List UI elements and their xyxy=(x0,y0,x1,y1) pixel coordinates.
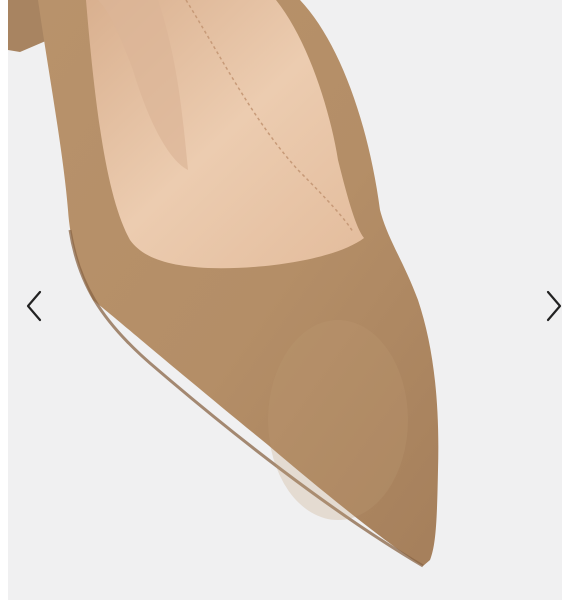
previous-image-button[interactable]: Tan suede pointed-toe pump xyxy=(16,286,52,326)
product-page: Tan suede pointed-toe pump xyxy=(0,0,570,600)
chevron-left-icon xyxy=(26,290,42,322)
product-image-gallery: Tan suede pointed-toe pump xyxy=(8,0,562,600)
product-image xyxy=(8,0,439,568)
chevron-right-icon xyxy=(546,290,562,322)
next-image-button[interactable] xyxy=(536,286,562,326)
